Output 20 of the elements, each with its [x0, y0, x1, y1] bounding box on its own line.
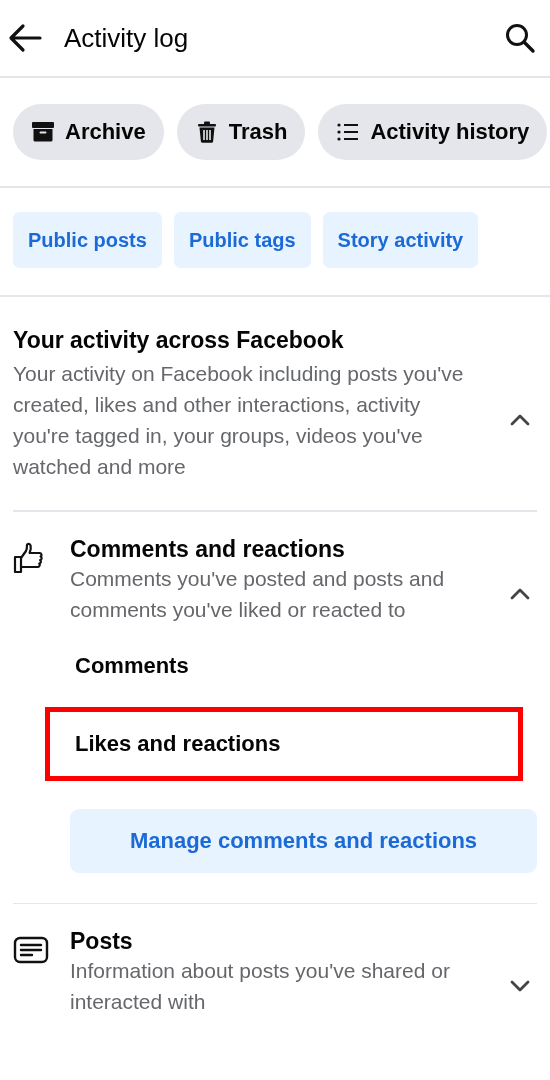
category-description: Information about posts you've shared or interacted with — [70, 958, 451, 1015]
chip-button[interactable]: Trash — [176, 104, 306, 160]
back-arrow-icon — [8, 23, 42, 53]
filter-button[interactable]: Story activity — [322, 212, 479, 268]
manage-button[interactable]: Manage comments and reactions — [70, 808, 537, 873]
chip-button[interactable]: Archive — [13, 104, 164, 160]
category-title[interactable]: Posts — [70, 928, 530, 955]
section-title: Your activity across Facebook — [13, 327, 345, 354]
page-title: Activity log — [64, 22, 189, 54]
category-item[interactable]: Likes and reactions — [45, 706, 523, 781]
filter-button[interactable]: Public posts — [13, 212, 162, 268]
filter-button[interactable]: Public tags — [173, 212, 311, 268]
document-lines-icon — [13, 934, 51, 966]
category-title[interactable]: Comments and reactions — [70, 535, 530, 563]
category-item[interactable]: Comments — [45, 628, 523, 703]
section-description: Your activity on Facebook including posts you've created, likes and other interactions, activity you're tagged in, your groups, videos you've watched and more — [13, 361, 465, 480]
chip-button[interactable]: Activity history — [318, 104, 548, 160]
category-description: Comments you've posted and posts and comments you've liked or reacted to — [70, 565, 446, 623]
search-icon — [504, 22, 536, 54]
archive-box-icon — [31, 120, 55, 144]
